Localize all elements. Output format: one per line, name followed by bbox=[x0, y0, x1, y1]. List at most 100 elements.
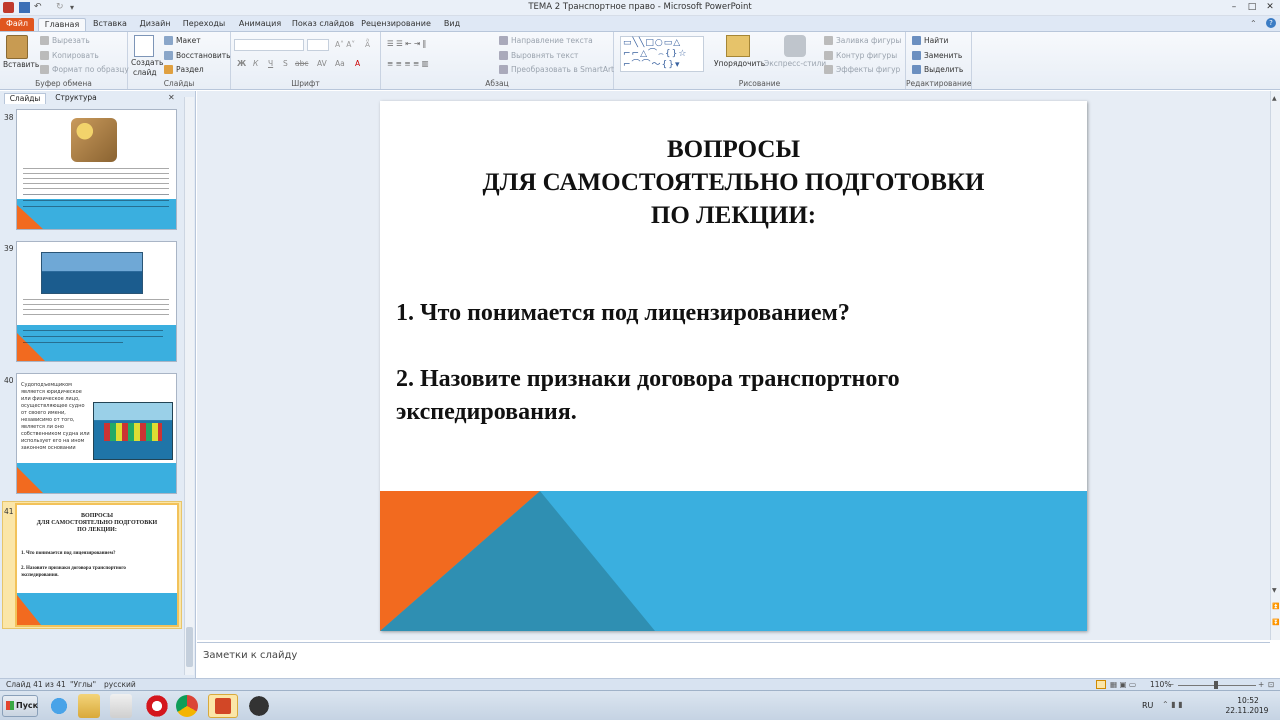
clear-format-icon[interactable]: Aͣ bbox=[365, 40, 370, 49]
thumb-number: 39 bbox=[4, 244, 14, 253]
arrange-button[interactable]: Упорядочить bbox=[714, 59, 765, 68]
question-2-line-2[interactable]: экспедирования. bbox=[396, 396, 577, 429]
minimize-button[interactable]: – bbox=[1227, 2, 1241, 13]
start-button[interactable]: Пуск bbox=[2, 695, 38, 717]
help-icon[interactable]: ? bbox=[1266, 18, 1276, 28]
clipboard-group: Вставить Вырезать Копировать Формат по о… bbox=[0, 32, 129, 89]
next-slide-icon[interactable]: ⏬ bbox=[1272, 619, 1279, 626]
bold-button[interactable]: Ж bbox=[237, 59, 246, 68]
tab-home[interactable]: Главная bbox=[38, 18, 86, 31]
change-case-icon[interactable]: Aa bbox=[335, 59, 345, 68]
question-2-line-1[interactable]: 2. Назовите признаки договора транспортн… bbox=[396, 363, 900, 396]
notes-pane[interactable]: Заметки к слайду bbox=[197, 642, 1270, 678]
copy-button[interactable]: Копировать bbox=[52, 51, 99, 60]
close-panel-icon[interactable]: ✕ bbox=[168, 93, 175, 102]
tab-file[interactable]: Файл bbox=[0, 18, 34, 31]
powerpoint-taskbar-button[interactable] bbox=[208, 694, 238, 718]
question-1[interactable]: 1. Что понимается под лицензированием? bbox=[396, 297, 850, 330]
quick-styles-icon[interactable] bbox=[784, 35, 806, 57]
slide-thumbnail-41[interactable]: ВОПРОСЫ ДЛЯ САМОСТОЯТЕЛЬНО ПОДГОТОВКИ ПО Л… bbox=[15, 503, 179, 627]
chrome-icon[interactable] bbox=[176, 695, 198, 717]
maximize-button[interactable]: □ bbox=[1245, 2, 1259, 13]
tab-animation[interactable]: Анимация bbox=[232, 18, 288, 31]
media-player-icon[interactable] bbox=[110, 694, 132, 718]
font-name-input[interactable] bbox=[234, 39, 304, 51]
title-line-1: ВОПРОСЫ bbox=[666, 136, 801, 163]
fit-slide-icon[interactable]: ⊡ bbox=[1268, 680, 1274, 689]
smartart-button[interactable]: Преобразовать в SmartArt bbox=[511, 65, 614, 74]
shape-fill-button[interactable]: Заливка фигуры bbox=[836, 36, 901, 45]
view-icons[interactable]: ▦ ▣ ▭ bbox=[1110, 680, 1136, 689]
tab-review[interactable]: Рецензирование bbox=[360, 18, 432, 31]
slide-thumbnail-39[interactable] bbox=[16, 241, 177, 362]
align-text-button[interactable]: Выровнять текст bbox=[511, 51, 578, 60]
zoom-slider-handle[interactable] bbox=[1214, 681, 1218, 689]
italic-button[interactable]: К bbox=[253, 59, 258, 68]
zoom-in-icon[interactable]: + bbox=[1258, 680, 1264, 689]
new-slide-button[interactable]: Создать bbox=[131, 58, 163, 67]
normal-view-icon[interactable] bbox=[1096, 680, 1106, 689]
text-direction-button[interactable]: Направление текста bbox=[511, 36, 593, 45]
slide-scrollbar[interactable]: ▲ ▼ ⏫ ⏬ bbox=[1270, 91, 1280, 640]
tab-slideshow[interactable]: Показ слайдов bbox=[290, 18, 356, 31]
tab-insert[interactable]: Вставка bbox=[88, 18, 132, 31]
cut-button[interactable]: Вырезать bbox=[52, 36, 90, 45]
slide-thumbnail-40[interactable]: Судоподъемщиком является юридическое или… bbox=[16, 373, 177, 494]
shape-outline-button[interactable]: Контур фигуры bbox=[836, 51, 897, 60]
slide-title[interactable]: ВОПРОСЫ ДЛЯ САМОСТОЯТЕЛЬНО ПОДГОТОВКИ ПО… bbox=[380, 133, 1087, 232]
replace-button[interactable]: Заменить bbox=[924, 51, 962, 60]
slides-group: Создать слайд Макет Восстановить Раздел … bbox=[128, 32, 231, 89]
zoom-out-icon[interactable]: − bbox=[1168, 680, 1174, 689]
opera-icon[interactable] bbox=[144, 694, 170, 718]
obs-icon[interactable] bbox=[246, 694, 272, 718]
keyboard-language[interactable]: RU bbox=[1142, 701, 1153, 710]
tab-view[interactable]: Вид bbox=[436, 18, 468, 31]
panel-scrollbar[interactable] bbox=[184, 97, 194, 675]
reset-button[interactable]: Восстановить bbox=[176, 51, 231, 60]
tab-slides-panel[interactable]: Слайды bbox=[4, 93, 46, 104]
close-button[interactable]: ✕ bbox=[1263, 2, 1277, 13]
slide-canvas[interactable]: ВОПРОСЫ ДЛЯ САМОСТОЯТЕЛЬНО ПОДГОТОВКИ ПО… bbox=[380, 101, 1087, 631]
shadow-button[interactable]: abc bbox=[295, 59, 308, 68]
find-button[interactable]: Найти bbox=[924, 36, 948, 45]
language-status[interactable]: русский bbox=[104, 680, 136, 689]
font-color-icon[interactable]: A bbox=[355, 59, 360, 68]
prev-slide-icon[interactable]: ⏫ bbox=[1272, 603, 1279, 610]
underline-button[interactable]: Ч bbox=[268, 59, 273, 68]
slide-thumbnail-38[interactable] bbox=[16, 109, 177, 230]
tray-icons[interactable]: ⌃ ▮ ▮ bbox=[1162, 700, 1183, 709]
shape-effects-button[interactable]: Эффекты фигур bbox=[836, 65, 900, 74]
clock-date[interactable]: 22.11.2019 bbox=[1222, 706, 1272, 715]
scroll-up-icon[interactable]: ▲ bbox=[1272, 95, 1279, 103]
explorer-folder-icon[interactable] bbox=[78, 694, 100, 718]
paste-icon[interactable] bbox=[6, 35, 28, 59]
char-spacing-icon[interactable]: AV bbox=[317, 59, 327, 68]
font-size-input[interactable] bbox=[307, 39, 329, 51]
thumb-text-40: Судоподъемщиком является юридическое или… bbox=[21, 382, 90, 451]
bullets-icon[interactable]: ☰ ☰ ⇤ ⇥ ‖ bbox=[387, 39, 426, 48]
notes-placeholder[interactable]: Заметки к слайду bbox=[203, 650, 297, 661]
ribbon-collapse-icon[interactable]: ⌃ bbox=[1250, 19, 1257, 28]
shapes-gallery[interactable]: ▭╲╲□○▭△ ⌐⌐△⌒⌢{}☆ ⌐⌒⌒〜{}▾ bbox=[620, 36, 704, 72]
internet-explorer-icon[interactable] bbox=[46, 694, 72, 718]
strikethrough-button[interactable]: S bbox=[283, 59, 288, 68]
section-button[interactable]: Раздел bbox=[176, 65, 204, 74]
new-slide-icon[interactable] bbox=[134, 35, 154, 57]
slides-panel: Слайды Структура ✕ 38 39 40 Судоподъемщи… bbox=[0, 91, 196, 678]
format-painter-button[interactable]: Формат по образцу bbox=[52, 65, 129, 74]
paste-button[interactable]: Вставить bbox=[3, 60, 39, 69]
panel-scroll-thumb[interactable] bbox=[186, 627, 193, 667]
clock-time[interactable]: 10:52 bbox=[1228, 696, 1268, 705]
layout-button[interactable]: Макет bbox=[176, 36, 201, 45]
quick-styles-button[interactable]: Экспресс-стили bbox=[764, 59, 826, 68]
select-button[interactable]: Выделить bbox=[924, 65, 963, 74]
align-icons[interactable]: ≡ ≡ ≡ ≡ ▥ bbox=[387, 59, 429, 68]
grow-font-icon[interactable]: A˄ A˅ bbox=[335, 40, 355, 49]
arrange-icon[interactable] bbox=[726, 35, 750, 57]
new-slide-label-2[interactable]: слайд bbox=[133, 68, 157, 77]
editing-group: Найти Заменить Выделить Редактирование bbox=[906, 32, 972, 89]
tab-outline-panel[interactable]: Структура bbox=[50, 93, 102, 104]
tab-transitions[interactable]: Переходы bbox=[180, 18, 228, 31]
tab-design[interactable]: Дизайн bbox=[134, 18, 176, 31]
scroll-down-icon[interactable]: ▼ bbox=[1272, 587, 1277, 594]
